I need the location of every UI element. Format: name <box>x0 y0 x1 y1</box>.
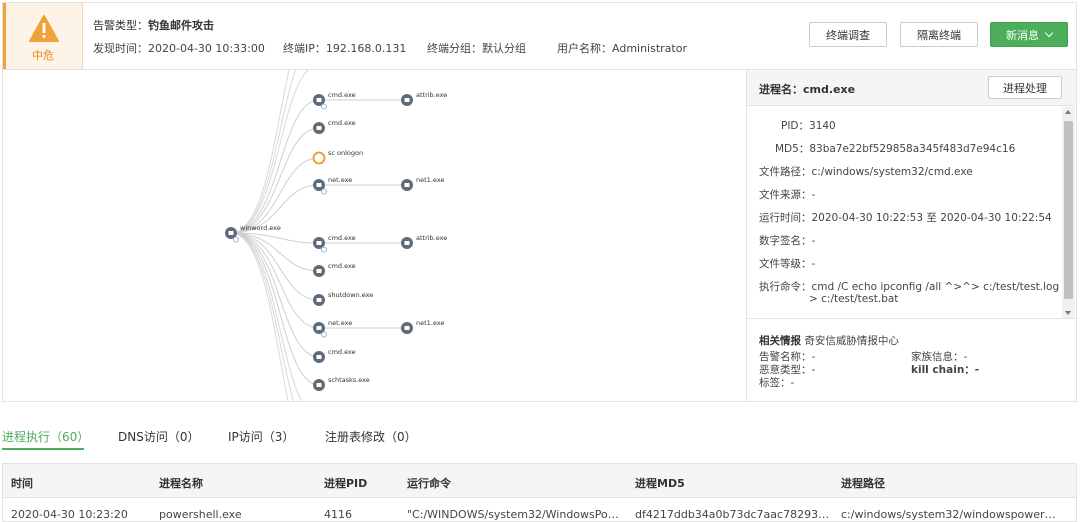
tab-process-execution[interactable]: 进程执行（60） <box>2 428 89 445</box>
cell-path: c:/windows/system32/windowspowershell... <box>841 508 1056 521</box>
col-pid[interactable]: 进程PID <box>324 475 367 491</box>
discovery-time: 发现时间：2020-04-30 10:33:00 <box>93 42 265 55</box>
expand-icon <box>321 103 327 110</box>
expand-icon <box>233 236 239 243</box>
process-table: 时间 进程名称 进程PID 运行命令 进程MD5 进程路径 2020-04-30… <box>2 463 1077 522</box>
expand-icon <box>321 331 327 338</box>
chevron-down-icon <box>1044 28 1054 37</box>
isolate-endpoint-button[interactable]: 隔离终端 <box>900 22 978 47</box>
tab-dns-access[interactable]: DNS访问（0） <box>118 428 199 445</box>
expand-icon <box>321 188 327 195</box>
severity-badge: 中危 <box>3 3 83 69</box>
cell-process-name: powershell.exe <box>159 508 242 521</box>
intel-title: 相关情报 奇安信威胁情报中心 <box>759 335 899 347</box>
intel-kill-chain: kill chain：- <box>911 364 980 376</box>
warning-triangle-icon <box>29 15 59 42</box>
scroll-down-icon[interactable] <box>1065 311 1071 315</box>
tree-node-label: cmd.exe <box>328 348 356 356</box>
field-run-time: 运行时间：2020-04-30 10:22:53 至 2020-04-30 10… <box>759 212 1052 224</box>
detail-scrollbar[interactable] <box>1062 107 1075 318</box>
scroll-thumb[interactable] <box>1064 121 1073 299</box>
cell-pid: 4116 <box>324 508 352 521</box>
process-icon <box>316 383 322 387</box>
table-header: 时间 进程名称 进程PID 运行命令 进程MD5 进程路径 <box>3 464 1076 498</box>
field-file-path: 文件路径：c:/windows/system32/cmd.exe <box>759 166 973 178</box>
root-node-label: winword.exe <box>240 224 281 232</box>
process-icon <box>316 98 322 102</box>
scroll-up-icon[interactable] <box>1065 110 1071 114</box>
tree-node-label: shutdown.exe <box>328 291 373 299</box>
tree-child-node-label: attrib.exe <box>416 234 447 242</box>
detail-header: 进程名：cmd.exe 进程处理 <box>747 70 1076 106</box>
field-md5: MD5：83ba7e22bf529858a345f483d7e94c16 <box>775 143 1016 155</box>
tree-node-label: net.exe <box>328 319 352 327</box>
severity-label: 中危 <box>32 49 54 62</box>
tree-edge <box>230 70 297 234</box>
process-action-button[interactable]: 进程处理 <box>988 76 1062 99</box>
field-command: 执行命令：cmd /C echo ipconfig /all ^>^> c:/t… <box>759 281 1072 293</box>
col-time[interactable]: 时间 <box>11 475 33 491</box>
col-process-name[interactable]: 进程名称 <box>159 475 203 491</box>
col-command[interactable]: 运行命令 <box>407 475 451 491</box>
cell-time: 2020-04-30 10:23:20 <box>11 508 128 521</box>
cell-command: "C:/WINDOWS/system32/WindowsPowerS... <box>407 508 625 521</box>
tree-node-icon <box>312 151 326 165</box>
tree-node-label: sc onlogon <box>328 149 363 157</box>
col-md5[interactable]: 进程MD5 <box>635 475 685 491</box>
tree-edge <box>230 232 320 301</box>
active-tab-indicator <box>2 448 84 450</box>
field-signature: 数字签名：- <box>759 235 816 247</box>
process-icon <box>316 183 322 187</box>
col-path[interactable]: 进程路径 <box>841 475 885 491</box>
endpoint-group: 终端分组：默认分组 <box>427 42 526 55</box>
process-icon <box>404 98 410 102</box>
tree-edge <box>230 232 320 329</box>
investigate-endpoint-button[interactable]: 终端调查 <box>809 22 887 47</box>
endpoint-ip: 终端IP：192.168.0.131 <box>283 42 407 55</box>
user-name: 用户名称：Administrator <box>557 42 687 55</box>
tree-child-node-label: net1.exe <box>416 319 444 327</box>
process-icon <box>316 326 322 330</box>
tree-node-label: cmd.exe <box>328 262 356 270</box>
tree-edge <box>230 157 320 234</box>
process-icon <box>228 231 234 235</box>
process-tree-panel[interactable]: winword.exe cmd.exe attrib.exe cmd.exe sc on… <box>2 70 747 402</box>
process-icon <box>404 241 410 245</box>
threat-intel-section: 相关情报 奇安信威胁情报中心 告警名称：- 家族信息：- 恶意类型：- kill… <box>747 318 1076 402</box>
activity-tabs: 进程执行（60） DNS访问（0） IP访问（3） 注册表修改（0） <box>0 420 1080 450</box>
process-detail-panel: 进程名：cmd.exe 进程处理 PID：3140 MD5：83ba7e22bf… <box>747 70 1077 402</box>
cell-md5: df4217ddb34a0b73dc7aac7829371c0c <box>635 508 835 521</box>
tab-registry-modification[interactable]: 注册表修改（0） <box>325 428 417 445</box>
process-icon <box>316 269 322 273</box>
process-icon <box>316 126 322 130</box>
new-message-button[interactable]: 新消息 <box>990 22 1068 47</box>
tree-node-label: cmd.exe <box>328 119 356 127</box>
process-icon <box>316 355 322 359</box>
tree-node-label: net.exe <box>328 176 352 184</box>
tree-child-node-label: attrib.exe <box>416 91 447 99</box>
tree-node-label: schtasks.exe <box>328 376 370 384</box>
detail-title: 进程名：cmd.exe <box>759 83 856 96</box>
alert-type: 告警类型：钓鱼邮件攻击 <box>93 19 214 32</box>
tree-child-node-label: net1.exe <box>416 176 444 184</box>
tab-ip-access[interactable]: IP访问（3） <box>228 428 294 445</box>
tree-node-label: cmd.exe <box>328 234 356 242</box>
tree-edge <box>230 232 294 401</box>
field-file-level: 文件等级：- <box>759 258 816 270</box>
process-icon <box>316 241 322 245</box>
alert-header: 中危 告警类型：钓鱼邮件攻击 发现时间：2020-04-30 10:33:00 … <box>2 2 1077 70</box>
process-tree[interactable]: winword.exe cmd.exe attrib.exe cmd.exe sc on… <box>3 70 747 402</box>
tree-edge <box>230 127 320 234</box>
field-file-source: 文件来源：- <box>759 189 816 201</box>
tree-node-label: cmd.exe <box>328 91 356 99</box>
intel-tags: 标签：- <box>759 377 795 389</box>
process-icon <box>404 183 410 187</box>
process-icon <box>316 298 322 302</box>
process-icon <box>404 326 410 330</box>
field-command-cont: > c:/test/test.bat <box>809 293 899 305</box>
field-pid: PID：3140 <box>781 120 836 132</box>
expand-icon <box>321 246 327 253</box>
